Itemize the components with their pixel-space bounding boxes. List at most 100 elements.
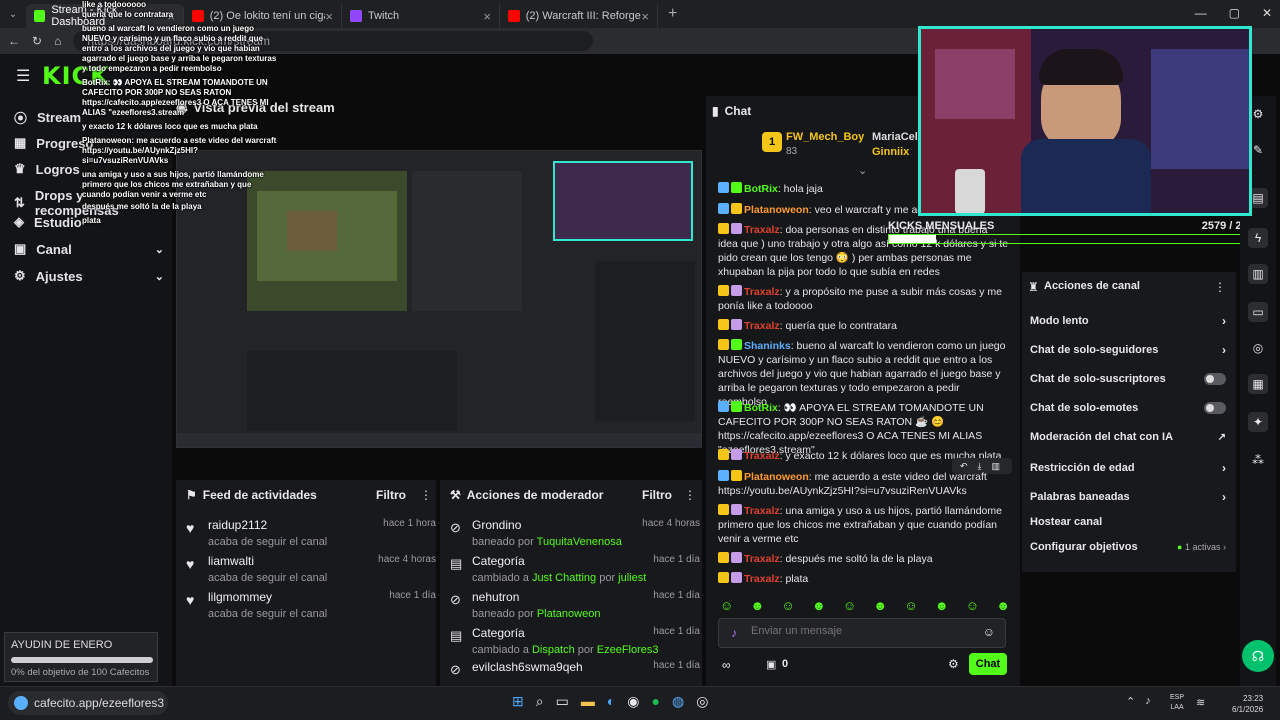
close-window-icon[interactable]: ✕ — [1262, 6, 1272, 20]
tab-youtube-2[interactable]: (2) Warcraft III: Reforged vs Classic× — [500, 4, 658, 28]
gear-icon[interactable]: ⚙ — [948, 657, 959, 671]
microphone-icon[interactable]: ♪ — [731, 626, 737, 640]
banned-words-item[interactable]: Palabras baneadas › — [1030, 490, 1226, 504]
apps-icon[interactable]: ⁂ — [1248, 450, 1268, 470]
emote-icon[interactable]: ☺ — [904, 598, 917, 613]
chat-message: Traxalz: después me soltó la de la playa — [718, 552, 1010, 566]
wifi-icon[interactable]: ≋ — [1196, 696, 1205, 709]
emote-icon[interactable]: ☻ — [935, 598, 949, 613]
gift-icon[interactable]: ▣ — [766, 658, 776, 671]
chat-icon: ▮ — [712, 104, 719, 118]
channel-actions-panel: ♜ Acciones de canal ⋮ Modo lento › Chat d… — [1022, 272, 1236, 572]
close-icon[interactable]: × — [325, 9, 333, 24]
webcam-overlay — [918, 26, 1252, 216]
host-channel-item[interactable]: Hostear canal — [1030, 516, 1226, 528]
stream-icon: ⦿ — [14, 111, 28, 126]
feed-filter-button[interactable]: Filtro — [376, 488, 406, 502]
emote-icon[interactable]: ☺ — [781, 598, 794, 613]
configure-goals-item[interactable]: Configurar objetivos ● 1 activas › — [1030, 541, 1226, 553]
obs-icon[interactable]: ◎ — [696, 693, 708, 710]
emote-icon[interactable]: ☺ — [966, 598, 979, 613]
tab-twitch[interactable]: Twitch × — [342, 4, 500, 28]
layout-icon[interactable]: ▦ — [1248, 374, 1268, 394]
emotes-only-toggle[interactable] — [1204, 402, 1226, 414]
edge-icon[interactable]: ◐ — [607, 693, 615, 710]
language-indicator[interactable]: ESP LAA — [1170, 693, 1184, 713]
slow-mode-item[interactable]: Modo lento › — [1030, 314, 1226, 328]
list-item: ⊘ evilclash6swma9qeh hace 1 día — [450, 660, 700, 677]
close-icon[interactable]: × — [483, 9, 491, 24]
chat-message: Traxalz: plata — [718, 572, 1010, 586]
steam-icon[interactable]: ◉ — [627, 693, 639, 710]
sub-badge-icon — [731, 223, 742, 234]
close-icon[interactable]: × — [641, 9, 649, 24]
activity-feed-panel: ⚑ Feed de actividades Filtro ⋮ ♥ raidup21… — [176, 480, 436, 686]
crown-badge-icon — [718, 223, 729, 234]
chat-title: ▮ Chat — [712, 104, 752, 118]
youtube-favicon-icon — [508, 10, 520, 22]
maximize-icon[interactable]: ▢ — [1229, 6, 1240, 20]
points-icon[interactable]: ∞ — [722, 658, 731, 672]
spotify-icon[interactable]: ● — [652, 693, 660, 710]
message-icon[interactable]: ▭ — [1248, 302, 1268, 322]
emote-icon[interactable]: ☺ — [720, 598, 733, 613]
sidebar-item-settings[interactable]: ⚙ Ajustes ⌄ — [14, 268, 164, 284]
more-icon[interactable]: ⋮ — [1214, 280, 1226, 294]
emote-icon[interactable]: ☻ — [996, 598, 1010, 613]
progress-icon: ▦ — [14, 135, 27, 150]
menu-icon[interactable]: ☰ — [16, 66, 30, 86]
app-icon[interactable]: ◍ — [672, 693, 684, 710]
chat-input[interactable] — [751, 625, 971, 637]
sub-badge-icon — [731, 552, 742, 563]
minimize-icon[interactable]: — — [1195, 6, 1207, 20]
chat-message: Traxalz: quería que lo contratara — [718, 319, 1010, 333]
chat-message: Shaninks: bueno al warcaft lo vendieron … — [718, 339, 1006, 408]
task-view-icon[interactable]: ▭ — [556, 693, 569, 710]
followers-only-item[interactable]: Chat de solo-seguidores › — [1030, 343, 1226, 357]
more-icon[interactable]: ⋮ — [684, 488, 696, 502]
overlay-chat: like a todoooooo quería que lo contratar… — [82, 0, 277, 225]
cafecito-widget[interactable]: cafecito.app/ezeeflores3 — [8, 691, 168, 715]
list-item: ♥ liamwalti acaba de seguir el canal hac… — [186, 554, 436, 584]
broadcast-icon[interactable]: ◎ — [1248, 338, 1268, 358]
more-icon[interactable]: ⋮ — [420, 488, 432, 502]
age-restriction-item[interactable]: Restricción de edad › — [1030, 461, 1226, 475]
subscribers-only-toggle[interactable] — [1204, 373, 1226, 385]
file-explorer-icon[interactable]: ▬ — [581, 693, 595, 710]
mod-filter-button[interactable]: Filtro — [642, 488, 672, 502]
search-icon[interactable]: ⌕ — [536, 693, 544, 710]
support-button[interactable]: ☊ — [1242, 640, 1274, 672]
emote-icon[interactable]: ☻ — [812, 598, 826, 613]
list-item: ♥ raidup2112 acaba de seguir el canal ha… — [186, 518, 436, 548]
headset-icon: ☊ — [1251, 647, 1265, 664]
list-item: ♥ lilgmommey acaba de seguir el canal ha… — [186, 590, 436, 620]
clock[interactable]: 23:23 6/1/2026 — [1232, 693, 1263, 715]
windows-start-icon[interactable]: ⊞ — [512, 693, 524, 710]
emote-icon[interactable]: ☻ — [873, 598, 887, 613]
wrench-icon[interactable]: ✦ — [1248, 412, 1268, 432]
send-chat-button[interactable]: Chat — [969, 653, 1007, 675]
lightning-icon[interactable]: ϟ — [1248, 228, 1268, 248]
chevron-down-icon[interactable]: ⌄ — [858, 164, 867, 177]
new-tab-icon[interactable]: + — [668, 5, 677, 23]
tab-list-icon[interactable]: ⌄ — [0, 9, 26, 20]
microphone-icon[interactable]: ♪ — [1145, 695, 1151, 708]
back-icon[interactable]: ← — [8, 34, 20, 48]
emote-icon[interactable]: ☺ — [843, 598, 856, 613]
document-icon[interactable]: ▥ — [1248, 264, 1268, 284]
gavel-icon: ⚒ — [450, 488, 461, 502]
emoji-icon[interactable]: ☺ — [983, 625, 995, 639]
sub-badge-icon — [731, 572, 742, 583]
ai-moderation-item[interactable]: Moderación del chat con IA ↗ — [1030, 431, 1226, 443]
sidebar-item-channel[interactable]: ▣ Canal ⌄ — [14, 241, 164, 257]
chevron-up-icon[interactable]: ⌃ — [1126, 695, 1135, 708]
crown-badge-icon — [718, 285, 729, 296]
sub-badge-icon — [731, 285, 742, 296]
goal-widget: AYUDIN DE ENERO 0% del objetivo de 100 C… — [4, 632, 158, 682]
crown-badge-icon — [718, 552, 729, 563]
chat-input-box[interactable]: ♪ ☺ — [718, 618, 1006, 648]
emote-icon[interactable]: ☻ — [751, 598, 765, 613]
drops-icon: ⇅ — [14, 195, 25, 210]
sub-badge-icon — [731, 449, 742, 460]
list-item: ▤ Categoría cambiado a Dispatch por Ezee… — [450, 626, 700, 656]
